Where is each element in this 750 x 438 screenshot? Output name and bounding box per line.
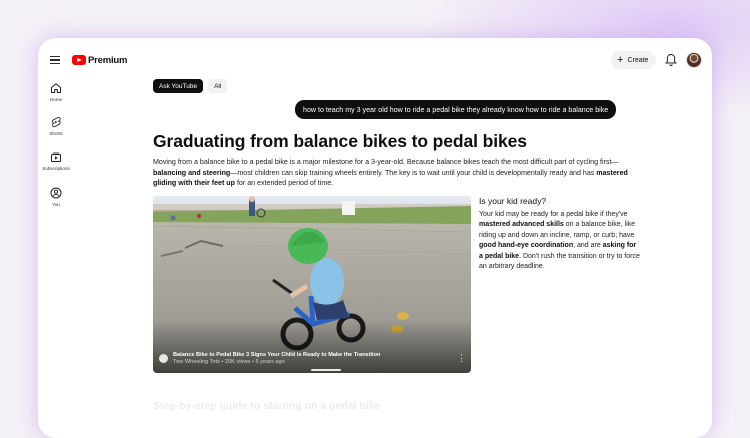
app-window: Premium + Create Home Shorts Subscriptio… xyxy=(38,38,712,438)
sidebar-item-label: Shorts xyxy=(49,131,63,136)
logo-text: Premium xyxy=(88,54,128,66)
channel-avatar[interactable] xyxy=(159,354,168,363)
user-query-bubble: how to teach my 3 year old how to ride a… xyxy=(295,100,617,119)
video-meta: Two Wheeling Tots • 20K views • 5 years … xyxy=(173,359,285,366)
you-icon xyxy=(50,187,62,199)
video-player[interactable]: Balance Bike to Pedal Bike 3 Signs Your … xyxy=(153,196,471,373)
sidebar-item-label: You xyxy=(52,202,60,207)
home-icon xyxy=(51,83,61,93)
hamburger-menu-icon[interactable] xyxy=(50,56,60,65)
intro-text: Moving from a balance bike to a pedal bi… xyxy=(153,158,619,166)
sidebar-item-you[interactable]: You xyxy=(38,187,74,207)
sidebar-item-label: Subscriptions xyxy=(42,166,70,171)
sidebar-item-label: Home xyxy=(49,97,63,102)
sidebar-item-home[interactable]: Home xyxy=(38,82,74,102)
sidebar-item-shorts[interactable]: Shorts xyxy=(38,116,74,136)
top-bar: Premium + Create xyxy=(38,38,712,82)
side-paragraph: Your kid may be ready for a pedal bike i… xyxy=(479,210,641,272)
intro-paragraph: Moving from a balance bike to a pedal bi… xyxy=(153,157,635,189)
filter-chips: Ask YouTube All xyxy=(153,79,232,93)
intro-bold-text: balancing and steering xyxy=(153,168,231,177)
video-thumbnail xyxy=(153,196,471,373)
intro-text: —most children can skip training wheels … xyxy=(230,168,597,177)
youtube-premium-logo[interactable]: Premium xyxy=(72,53,127,67)
side-bold-text: mastered advanced skills xyxy=(479,221,564,229)
video-progress-handle[interactable] xyxy=(311,369,341,371)
bell-icon[interactable] xyxy=(665,53,677,67)
side-text: Your kid may be ready for a pedal bike i… xyxy=(479,211,628,218)
intro-text: for an extended period of time. xyxy=(234,179,334,188)
subscriptions-icon xyxy=(51,152,61,162)
side-heading: Is your kid ready? xyxy=(479,196,547,206)
more-vert-icon[interactable]: ⋮ xyxy=(457,354,466,363)
next-section-heading: Step-by-step guide to starting on a peda… xyxy=(153,400,381,412)
chip-ask-youtube[interactable]: Ask YouTube xyxy=(153,79,204,93)
shorts-icon xyxy=(52,116,61,128)
sidebar-item-subscriptions[interactable]: Subscriptions xyxy=(38,151,74,171)
video-title[interactable]: Balance Bike to Pedal Bike 3 Signs Your … xyxy=(173,352,453,359)
avatar[interactable] xyxy=(686,52,702,68)
plus-icon: + xyxy=(617,54,624,66)
create-label: Create xyxy=(627,56,649,64)
create-button[interactable]: + Create xyxy=(611,51,657,69)
youtube-play-icon xyxy=(72,55,86,65)
side-bold-text: good hand-eye coordination xyxy=(479,242,574,250)
chip-all[interactable]: All xyxy=(208,79,228,93)
video-info: Balance Bike to Pedal Bike 3 Signs Your … xyxy=(173,352,453,367)
side-text: ; and are xyxy=(573,242,603,250)
article-heading: Graduating from balance bikes to pedal b… xyxy=(153,131,527,151)
